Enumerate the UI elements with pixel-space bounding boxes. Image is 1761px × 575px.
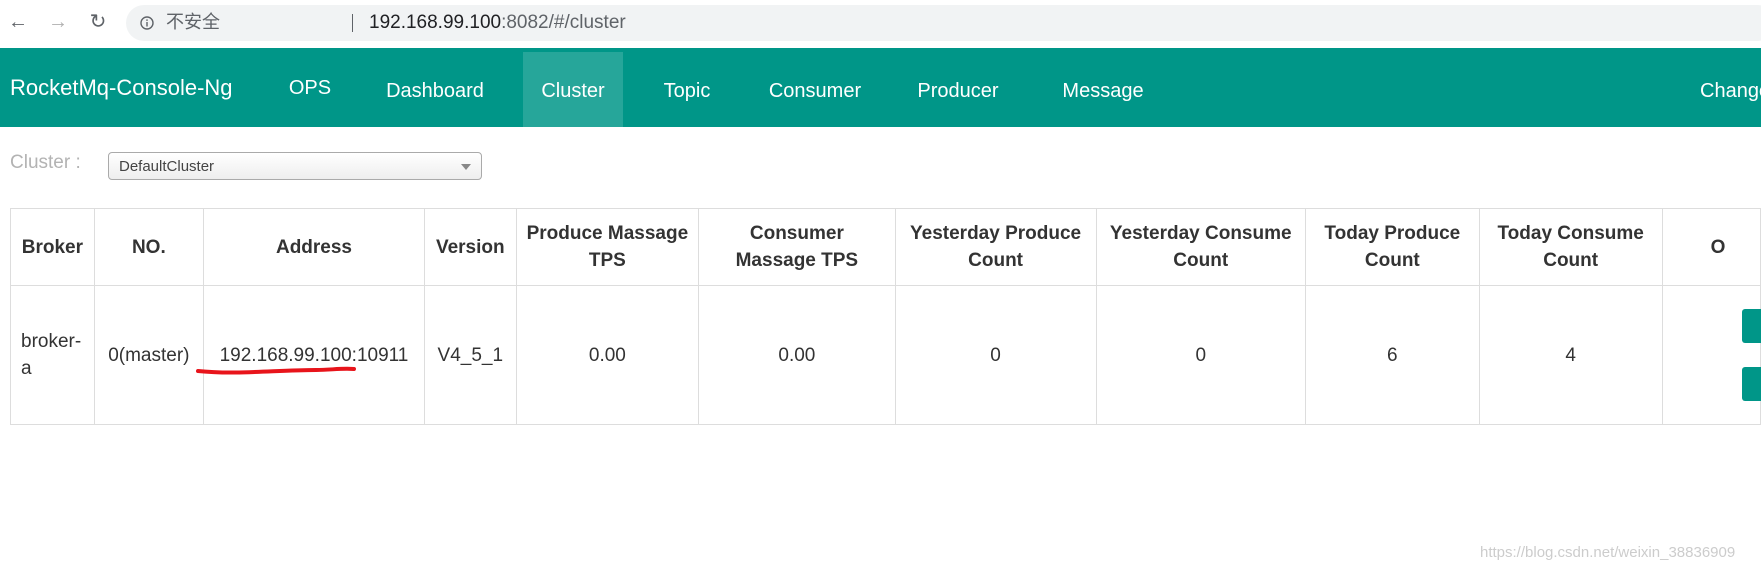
back-icon[interactable]: ← [6, 10, 30, 34]
col-header-yesterday-produce: Yesterday Produce Count [894, 208, 1097, 286]
watermark: https://blog.csdn.net/weixin_38836909 [1480, 544, 1736, 561]
nav-ops[interactable]: OPS [279, 52, 341, 127]
col-header-produce-tps: Produce Massage TPS [515, 208, 700, 286]
nav-cluster[interactable]: Cluster [523, 52, 623, 127]
cell-no: 0(master) [93, 285, 204, 425]
brand-title[interactable]: RocketMq-Console-Ng [10, 48, 233, 127]
col-header-consumer-tps: Consumer Massage TPS [698, 208, 896, 286]
col-header-broker: Broker [10, 208, 95, 286]
insecure-label: 不安全 [166, 12, 220, 33]
cluster-select[interactable]: DefaultCluster [108, 152, 482, 180]
cluster-label: Cluster : [10, 152, 81, 173]
address-bar[interactable]: 不安全 192.168.99.100:8082/#/cluster [126, 5, 1761, 41]
col-header-today-consume: Today Consume Count [1478, 208, 1663, 286]
cell-produce-tps: 0.00 [515, 285, 700, 425]
url-text[interactable]: 192.168.99.100:8082/#/cluster [369, 5, 626, 41]
separator [352, 14, 353, 32]
cell-broker: broker-a [10, 285, 95, 425]
cell-yesterday-consume: 0 [1095, 285, 1306, 425]
cell-today-consume: 4 [1478, 285, 1663, 425]
status-button[interactable] [1742, 309, 1761, 343]
col-header-yesterday-consume: Yesterday Consume Count [1095, 208, 1306, 286]
address-text: 192.168.99.100:10911 [219, 344, 409, 366]
cluster-select-value: DefaultCluster [119, 158, 215, 175]
forward-icon[interactable]: → [46, 10, 70, 34]
dropdown-arrow-icon[interactable] [461, 164, 471, 170]
col-header-address: Address [202, 208, 426, 286]
col-header-operation: O [1661, 208, 1761, 286]
col-header-version: Version [424, 208, 517, 286]
nav-message[interactable]: Message [1048, 52, 1158, 127]
table-row: broker-a 0(master) 192.168.99.100:10911 … [10, 285, 1761, 425]
cell-operation [1661, 285, 1761, 425]
nav-change[interactable]: Change [1700, 52, 1761, 127]
cell-today-produce: 6 [1304, 285, 1480, 425]
col-header-today-produce: Today Produce Count [1304, 208, 1480, 286]
broker-table: Broker NO. Address Version Produce Massa… [10, 208, 1761, 425]
cell-version: V4_5_1 [424, 285, 517, 425]
browser-toolbar: ← → ↻ 不安全 192.168.99.100:8082/#/cluster [0, 0, 1761, 48]
url-path: :8082/#/cluster [501, 12, 626, 33]
url-host: 192.168.99.100 [369, 12, 502, 33]
nav-consumer[interactable]: Consumer [760, 52, 870, 127]
info-icon[interactable] [140, 16, 154, 30]
reload-icon[interactable]: ↻ [86, 10, 110, 34]
nav-dashboard[interactable]: Dashboard [370, 52, 500, 127]
red-underline-annotation [195, 366, 356, 375]
col-header-no: NO. [93, 208, 204, 286]
cell-consumer-tps: 0.00 [698, 285, 896, 425]
table-header-row: Broker NO. Address Version Produce Massa… [10, 208, 1761, 286]
config-button[interactable] [1742, 367, 1761, 401]
nav-topic[interactable]: Topic [653, 52, 721, 127]
cell-yesterday-produce: 0 [894, 285, 1097, 425]
app-navbar: RocketMq-Console-Ng OPS Dashboard Cluste… [0, 48, 1761, 127]
nav-producer[interactable]: Producer [904, 52, 1012, 127]
cell-address: 192.168.99.100:10911 [195, 285, 426, 425]
